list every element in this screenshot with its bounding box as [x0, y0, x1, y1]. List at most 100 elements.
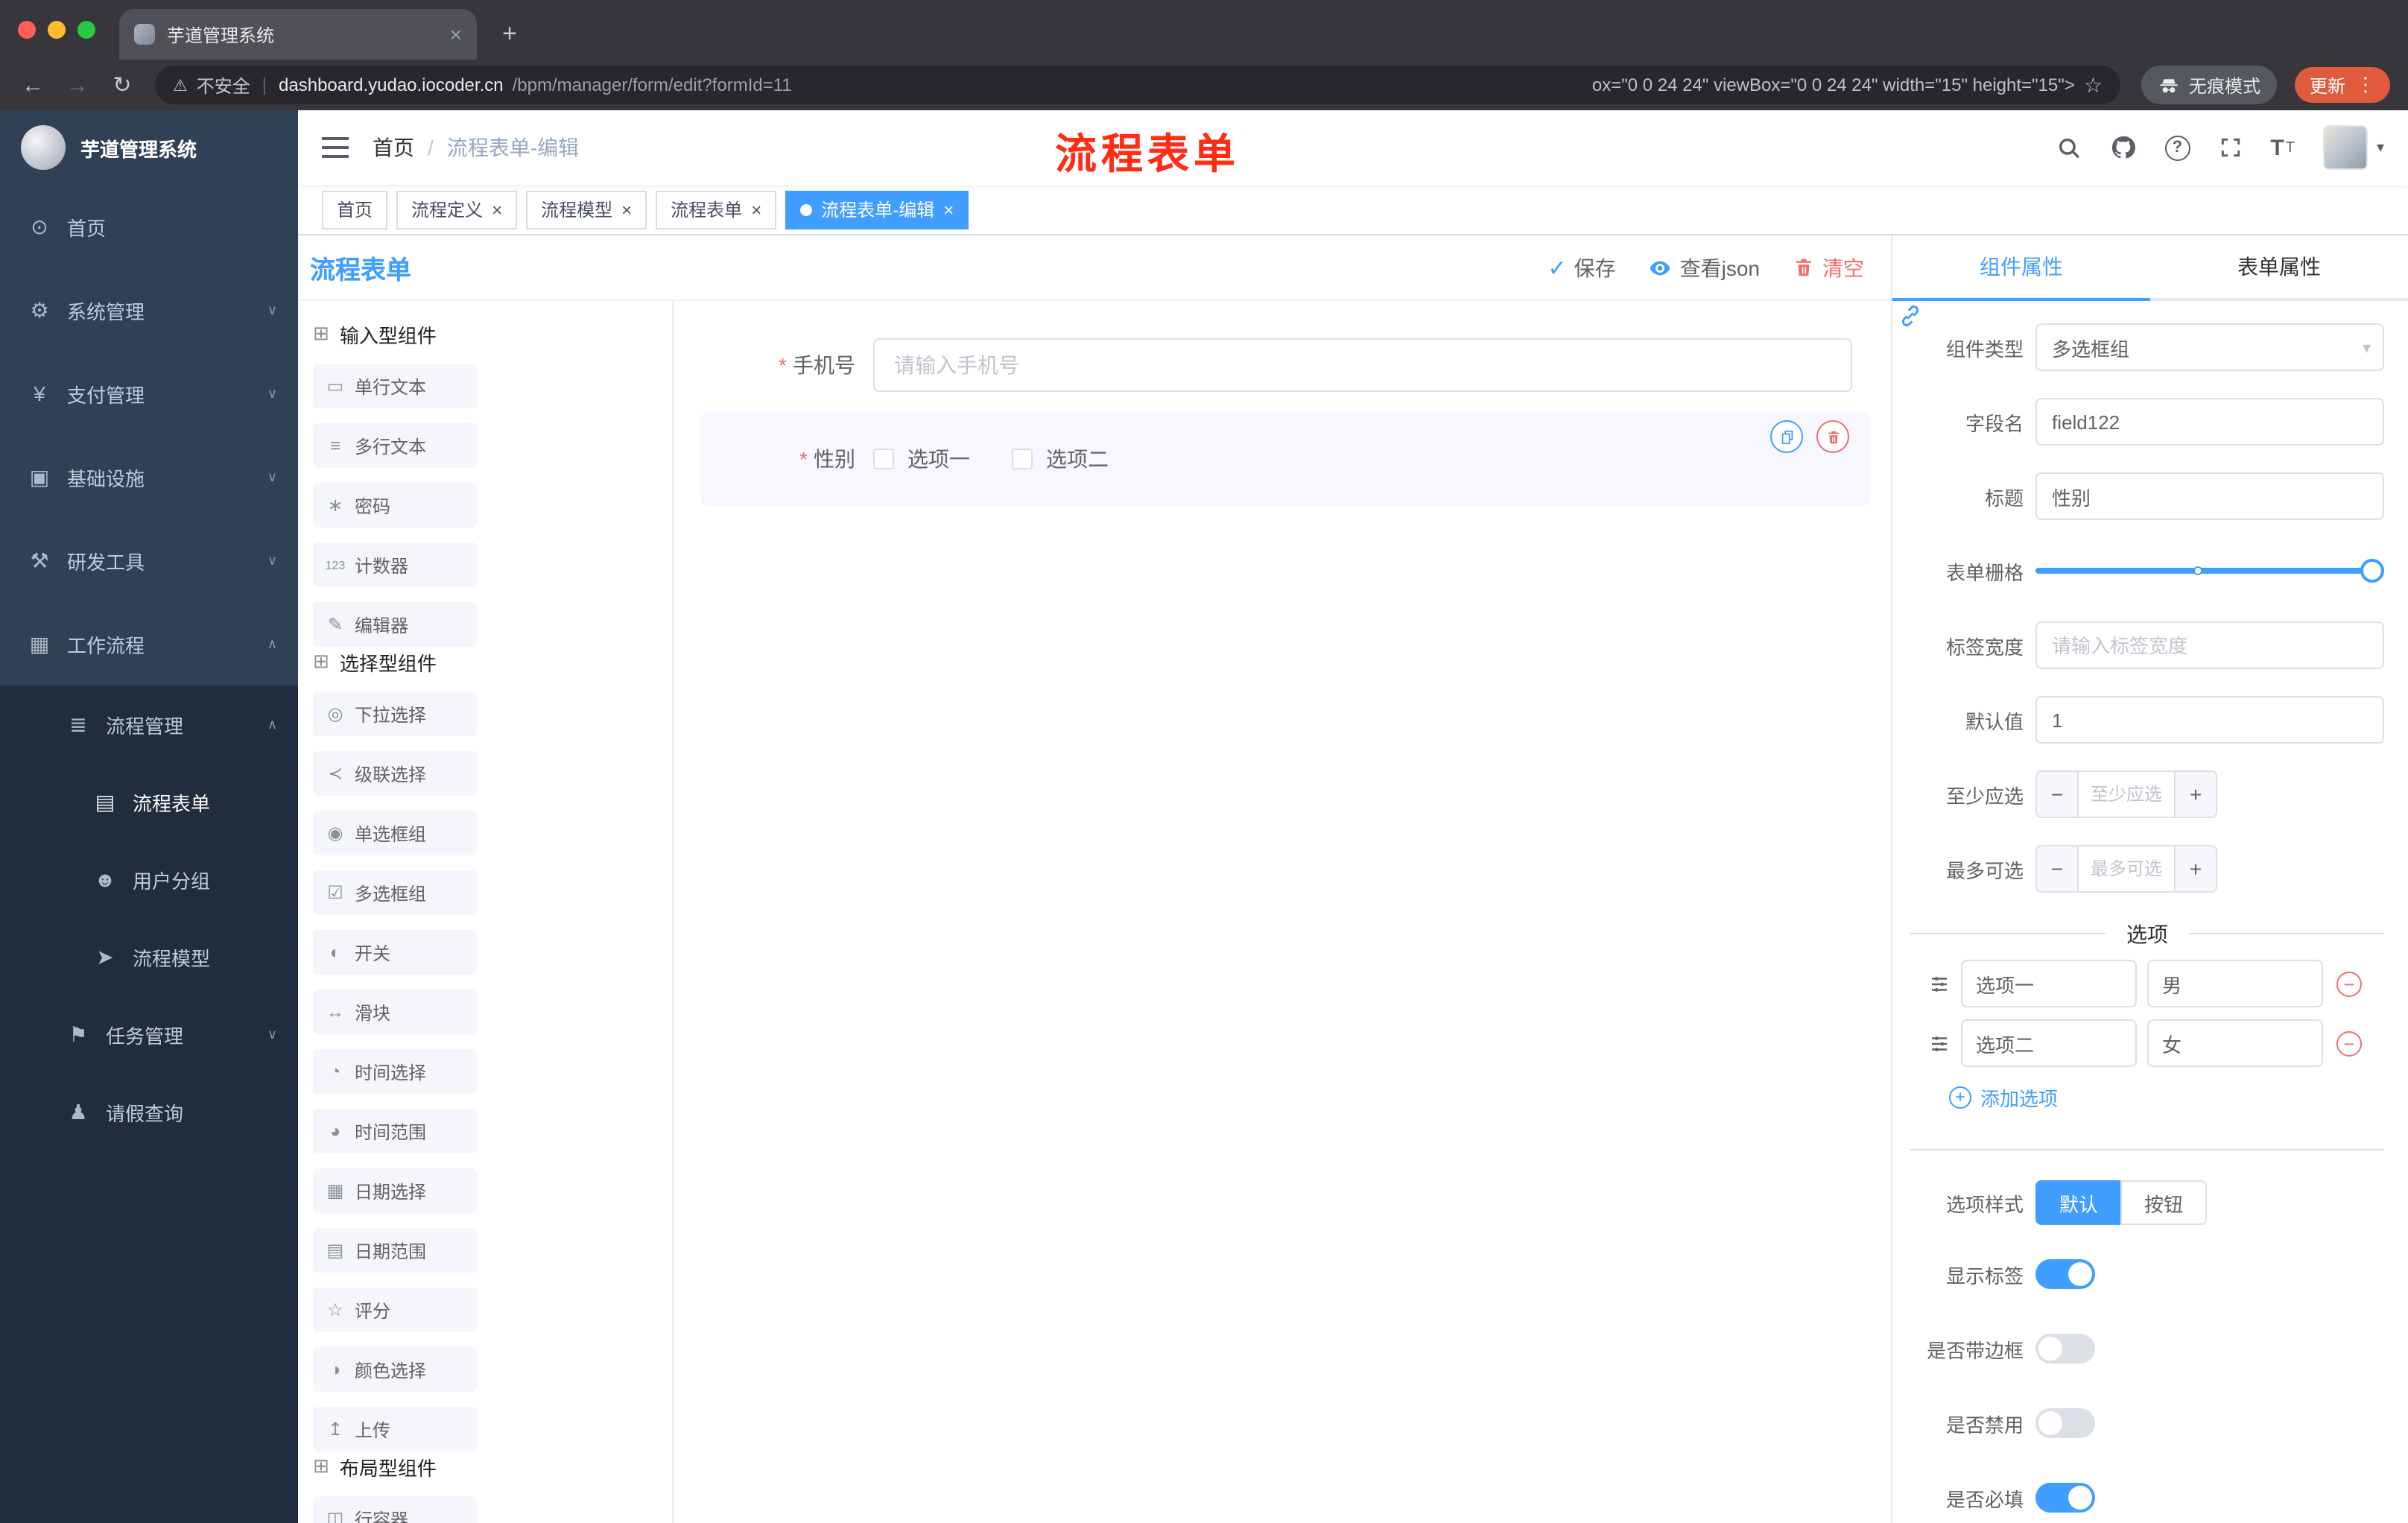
palette-item[interactable]: ↔ 滑块: [313, 990, 477, 1034]
sidebar-item-home[interactable]: ⊙ 首页: [0, 185, 298, 268]
slider-knob[interactable]: [2360, 559, 2384, 583]
tag-process-form-edit[interactable]: 流程表单-编辑 ×: [785, 190, 969, 229]
increase-button[interactable]: +: [2174, 846, 2216, 891]
default-value-input[interactable]: [2035, 696, 2384, 744]
sidebar-item-system[interactable]: ⚙ 系统管理 ∨: [0, 268, 298, 352]
sidebar-item-devtools[interactable]: ⚒ 研发工具 ∨: [0, 519, 298, 602]
palette-item[interactable]: ◎ 下拉选择: [313, 691, 477, 736]
browser-tab[interactable]: 芋道管理系统 ×: [119, 9, 477, 60]
reload-icon[interactable]: ↻: [101, 64, 143, 106]
sidebar-item-workflow[interactable]: ▦ 工作流程 ∧: [0, 602, 298, 685]
decrease-button[interactable]: −: [2037, 772, 2079, 817]
slider-track[interactable]: [2035, 559, 2384, 583]
option-value-input[interactable]: [2147, 1019, 2323, 1067]
option-label-input[interactable]: [1961, 960, 2137, 1007]
forward-icon[interactable]: →: [57, 64, 98, 106]
tab-component-props[interactable]: 组件属性: [1892, 235, 2150, 301]
sidebar-item-process-mgmt[interactable]: ≣ 流程管理 ∧: [0, 685, 298, 763]
tag-close-icon[interactable]: ×: [943, 200, 954, 218]
palette-item[interactable]: ▭ 单行文本: [313, 364, 477, 408]
phone-input[interactable]: [873, 338, 1852, 392]
sidebar-item-user-group[interactable]: ☻ 用户分组: [0, 840, 298, 918]
tag-home[interactable]: 首页: [322, 190, 388, 229]
checkbox-icon[interactable]: [1012, 449, 1033, 469]
grid-slider[interactable]: [2035, 559, 2384, 583]
palette-item[interactable]: ✎ 编辑器: [313, 602, 477, 647]
back-icon[interactable]: ←: [12, 64, 54, 106]
kebab-menu-icon[interactable]: ⋮: [2356, 73, 2375, 97]
toggle-border[interactable]: [2035, 1334, 2095, 1364]
palette-item[interactable]: ◫ 行容器: [313, 1496, 477, 1523]
save-button[interactable]: ✓ 保存: [1547, 253, 1615, 282]
sidebar-item-leave-query[interactable]: ♟ 请假查询: [0, 1073, 298, 1150]
tag-close-icon[interactable]: ×: [492, 200, 502, 218]
component-type-select[interactable]: 多选框组 ▾: [2035, 323, 2384, 371]
palette-item[interactable]: ↥ 上传: [313, 1407, 477, 1451]
field-name-input[interactable]: [2035, 398, 2384, 446]
palette-item[interactable]: ◉ 单选框组: [313, 811, 477, 855]
palette-item[interactable]: ∗ 密码: [313, 483, 477, 528]
palette-item[interactable]: ▤ 日期范围: [313, 1228, 477, 1273]
toggle-required[interactable]: [2035, 1483, 2095, 1513]
copy-icon[interactable]: [1770, 420, 1803, 453]
font-size-icon[interactable]: TT: [2270, 136, 2295, 159]
option-value-input[interactable]: [2147, 960, 2323, 1007]
decrease-button[interactable]: −: [2037, 846, 2079, 891]
link-icon[interactable]: [1898, 304, 1922, 335]
palette-item[interactable]: ▦ 日期选择: [313, 1168, 477, 1213]
remove-option-icon[interactable]: −: [2336, 971, 2362, 996]
user-menu[interactable]: ▾: [2322, 125, 2384, 170]
palette-item[interactable]: ◐ 开关: [313, 930, 477, 975]
hamburger-icon[interactable]: [322, 137, 349, 158]
sidebar-item-process-form[interactable]: ▤ 流程表单: [0, 763, 298, 840]
toggle-show-label[interactable]: [2035, 1259, 2095, 1289]
sidebar-item-task-mgmt[interactable]: ⚑ 任务管理 ∨: [0, 995, 298, 1073]
security-label[interactable]: 不安全: [197, 72, 250, 98]
drag-handle-icon[interactable]: [1928, 972, 1951, 995]
remove-option-icon[interactable]: −: [2336, 1030, 2362, 1056]
bookmark-star-icon[interactable]: ☆: [2084, 72, 2103, 98]
checkbox-icon[interactable]: [873, 449, 894, 469]
window-zoom-button[interactable]: [77, 21, 95, 39]
option-label-input[interactable]: [1961, 1019, 2137, 1067]
option-style-button[interactable]: 按钮: [2120, 1180, 2208, 1225]
tag-process-form[interactable]: 流程表单 ×: [656, 190, 777, 229]
label-width-input[interactable]: [2035, 621, 2384, 669]
tag-close-icon[interactable]: ×: [621, 200, 632, 218]
tag-process-definition[interactable]: 流程定义 ×: [396, 190, 518, 229]
tag-process-model[interactable]: 流程模型 ×: [526, 190, 647, 229]
add-option-button[interactable]: + 添加选项: [1910, 1074, 2384, 1119]
window-close-button[interactable]: [18, 21, 36, 39]
palette-item[interactable]: ◕ 时间范围: [313, 1109, 477, 1153]
palette-item[interactable]: ≺ 级联选择: [313, 751, 477, 796]
palette-item[interactable]: ☆ 评分: [313, 1288, 477, 1332]
sidebar-item-process-model[interactable]: ➤ 流程模型: [0, 918, 298, 995]
increase-button[interactable]: +: [2174, 772, 2216, 817]
checkbox-option[interactable]: 选项一: [873, 444, 970, 474]
address-bar[interactable]: ⚠ 不安全 | dashboard.yudao.iocoder.cn /bpm/…: [155, 66, 2120, 104]
help-icon[interactable]: ?: [2164, 135, 2190, 160]
sidebar-item-infrastructure[interactable]: ▣ 基础设施 ∨: [0, 435, 298, 519]
avatar[interactable]: [2322, 125, 2368, 170]
github-icon[interactable]: [2109, 134, 2136, 161]
fullscreen-icon[interactable]: [2218, 136, 2242, 159]
widget-gender-selected[interactable]: 性别 选项一 选项二: [700, 411, 1870, 507]
view-json-button[interactable]: 查看json: [1649, 253, 1760, 282]
window-minimize-button[interactable]: [48, 21, 66, 39]
drag-handle-icon[interactable]: [1928, 1032, 1951, 1054]
option-style-default[interactable]: 默认: [2035, 1180, 2121, 1225]
tag-close-icon[interactable]: ×: [751, 200, 761, 218]
toggle-disabled[interactable]: [2035, 1408, 2095, 1438]
palette-item[interactable]: ◔ 时间选择: [313, 1049, 477, 1094]
min-select-input[interactable]: [2079, 772, 2174, 817]
palette-item[interactable]: ◑ 颜色选择: [313, 1347, 477, 1392]
max-select-input[interactable]: [2079, 846, 2174, 891]
breadcrumb-home[interactable]: 首页: [373, 133, 414, 162]
sidebar-logo[interactable]: 芋道管理系统: [0, 110, 298, 185]
title-input[interactable]: [2035, 472, 2384, 520]
checkbox-option[interactable]: 选项二: [1012, 444, 1109, 474]
palette-item[interactable]: 123 计数器: [313, 542, 477, 587]
palette-item[interactable]: ≡ 多行文本: [313, 423, 477, 468]
clear-button[interactable]: 清空: [1793, 253, 1864, 282]
tab-close-icon[interactable]: ×: [450, 24, 462, 45]
